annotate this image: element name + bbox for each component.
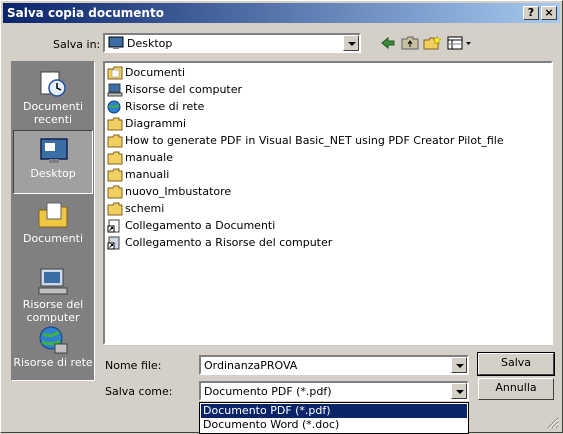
place-label: Documenti [22, 232, 84, 245]
my-documents-icon [37, 200, 69, 232]
place-documents[interactable]: Documenti [13, 196, 93, 260]
place-label: Documenti recenti [22, 100, 84, 126]
file-name: How to generate PDF in Visual Basic_NET … [125, 134, 504, 147]
place-my-computer[interactable]: Risorse del computer [13, 262, 93, 326]
dropdown-option-pdf[interactable]: Documento PDF (*.pdf) [201, 404, 467, 418]
file-name: manuale [125, 151, 173, 164]
file-name: schemi [125, 202, 165, 215]
computer-icon [37, 266, 69, 298]
dropdown-option-word[interactable]: Documento Word (*.doc) [201, 418, 467, 432]
place-network[interactable]: Risorse di rete [13, 320, 93, 384]
savetype-dropdown-list: Documento PDF (*.pdf) Documento Word (*.… [199, 402, 469, 434]
lookin-label: Salva in: [53, 38, 101, 51]
view-menu-icon[interactable] [447, 35, 473, 51]
save-copy-dialog: Salva copia documento ? × Salva in: Desk… [0, 0, 563, 434]
file-name: manuali [125, 168, 170, 181]
desktop-small-icon [108, 36, 124, 53]
network-icon [107, 100, 123, 114]
shortcut-icon [107, 236, 123, 250]
filename-value: OrdinanzaPROVA [204, 359, 298, 372]
recent-documents-icon [37, 68, 69, 100]
network-icon [37, 324, 69, 356]
savetype-label: Salva come: [105, 385, 173, 398]
place-desktop[interactable]: Desktop [13, 130, 93, 194]
lookin-combo[interactable]: Desktop [103, 33, 361, 53]
place-recent-documents[interactable]: Documenti recenti [13, 64, 93, 128]
shortcut-icon [107, 219, 123, 233]
savetype-combo[interactable]: Documento PDF (*.pdf) [199, 381, 469, 401]
folder-icon [107, 185, 123, 199]
title-bar[interactable]: Salva copia documento ? × [3, 3, 560, 23]
folder-docs-icon [107, 66, 123, 80]
close-button[interactable]: × [541, 6, 557, 20]
resize-grip-icon[interactable] [547, 417, 559, 429]
file-name: nuovo_Imbustatore [125, 185, 232, 198]
folder-icon [107, 202, 123, 216]
up-folder-icon[interactable] [401, 35, 419, 51]
folder-icon [107, 168, 123, 182]
dialog-title: Salva copia documento [7, 6, 164, 20]
folder-icon [107, 134, 123, 148]
places-bar: Documenti recenti Desktop Documenti Riso… [11, 61, 95, 381]
chevron-down-icon[interactable] [451, 357, 467, 373]
place-label: Desktop [30, 167, 76, 180]
new-folder-icon[interactable] [423, 35, 442, 51]
file-name: Risorse del computer [125, 83, 243, 96]
file-name: Documenti [125, 66, 186, 79]
place-label: Risorse di rete [13, 356, 93, 369]
folder-icon [107, 117, 123, 131]
chevron-down-icon[interactable] [343, 35, 359, 51]
file-name: Diagrammi [125, 117, 186, 130]
folder-icon [107, 151, 123, 165]
file-name: Collegamento a Risorse del computer [125, 236, 333, 249]
desktop-icon [38, 135, 70, 167]
lookin-value: Desktop [127, 37, 173, 50]
savetype-value: Documento PDF (*.pdf) [204, 385, 332, 398]
save-button[interactable]: Salva [477, 352, 555, 376]
file-list[interactable]: Documenti Risorse del computer Risorse d… [103, 61, 553, 345]
file-name: Risorse di rete [125, 100, 205, 113]
computer-icon [107, 83, 123, 97]
help-button[interactable]: ? [523, 6, 539, 20]
filename-label: Nome file: [105, 359, 162, 372]
filename-combo[interactable]: OrdinanzaPROVA [199, 355, 469, 375]
file-name: Collegamento a Documenti [125, 219, 276, 232]
back-icon[interactable] [379, 35, 397, 51]
chevron-down-icon[interactable] [451, 383, 467, 399]
cancel-button[interactable]: Annulla [478, 378, 554, 400]
